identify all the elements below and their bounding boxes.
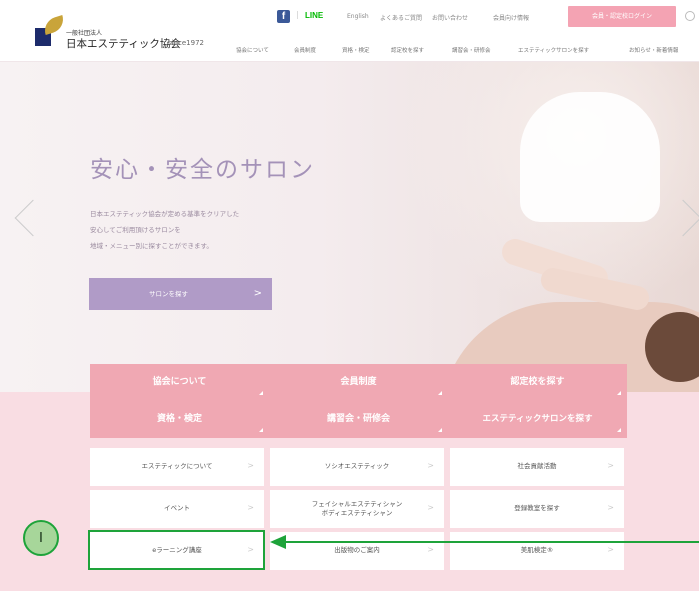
sublink-facial-body-esthetician[interactable]: フェイシャルエステティシャン ボディエステティシャン >	[270, 490, 444, 528]
nav-seminars[interactable]: 講習会・研修会	[452, 46, 491, 54]
chevron-right-icon: >	[427, 545, 434, 554]
sublink-about-esthetic[interactable]: エステティックについて >	[90, 448, 264, 486]
sublink-publications[interactable]: 出版物のご案内 >	[270, 532, 444, 570]
annotation-highlight-box	[88, 530, 265, 570]
chevron-right-icon: >	[253, 288, 262, 299]
hero-description-line: 地域・メニュー別に探すことができます。	[90, 242, 213, 250]
site-header: 一般社団法人 日本エステティック協会 since1972 f | LINE En…	[0, 0, 699, 62]
search-icon[interactable]	[685, 11, 695, 21]
sublink-social-contribution[interactable]: 社会貢献活動 >	[450, 448, 624, 486]
chevron-right-icon: >	[427, 503, 434, 512]
sublink-events[interactable]: イベント >	[90, 490, 264, 528]
find-salon-label: サロンを探す	[149, 290, 188, 298]
category-salons[interactable]: エステティックサロンを探す	[448, 401, 627, 438]
nav-about[interactable]: 協会について	[236, 46, 269, 54]
since-label: since1972	[168, 39, 204, 47]
line-link[interactable]: LINE	[305, 11, 323, 20]
category-about[interactable]: 協会について	[90, 364, 269, 401]
hero-description-line: 安心してご利用頂けるサロンを	[90, 226, 181, 234]
association-logo-icon[interactable]	[35, 14, 67, 46]
member-info-link[interactable]: 会員向け情報	[493, 13, 529, 22]
chevron-right-icon: >	[607, 461, 614, 470]
nav-membership[interactable]: 会員制度	[294, 46, 316, 54]
annotation-arrow-line	[285, 541, 699, 543]
chevron-right-icon: >	[427, 461, 434, 470]
hero-photo-therapist	[520, 92, 660, 222]
hero-description-line: 日本エステティック協会が定める基準をクリアした	[90, 210, 240, 218]
divider: |	[296, 10, 299, 19]
sublink-find-classroom[interactable]: 登録教室を探す >	[450, 490, 624, 528]
category-membership[interactable]: 会員制度	[269, 364, 448, 401]
annotation-step-badge: I	[23, 520, 59, 556]
sublink-socio-esthetic[interactable]: ソシオエステティック >	[270, 448, 444, 486]
nav-salons[interactable]: エステティックサロンを探す	[518, 46, 589, 54]
facebook-icon[interactable]: f	[277, 10, 290, 23]
contact-link[interactable]: お問い合わせ	[432, 13, 468, 22]
chevron-right-icon: >	[247, 503, 254, 512]
nav-news[interactable]: お知らせ・新着情報	[629, 46, 678, 54]
chevron-right-icon: >	[247, 461, 254, 470]
chevron-right-icon: >	[607, 503, 614, 512]
nav-qualification[interactable]: 資格・検定	[342, 46, 370, 54]
category-schools[interactable]: 認定校を探す	[448, 364, 627, 401]
sublink-skin-certification[interactable]: 美肌検定® >	[450, 532, 624, 570]
category-qualification[interactable]: 資格・検定	[90, 401, 269, 438]
annotation-arrow-head-icon	[270, 535, 286, 549]
org-name[interactable]: 日本エステティック協会	[66, 36, 181, 51]
faq-link[interactable]: よくあるご質問	[380, 13, 422, 22]
nav-schools[interactable]: 認定校を探す	[391, 46, 424, 54]
category-grid: 協会について 会員制度 認定校を探す 資格・検定 講習会・研修会 エステティック…	[90, 364, 627, 438]
hero-title: 安心・安全のサロン	[90, 157, 315, 183]
chevron-right-icon: >	[607, 545, 614, 554]
find-salon-button[interactable]: サロンを探す >	[89, 278, 272, 310]
english-link[interactable]: English	[347, 13, 369, 20]
member-login-button[interactable]: 会員・認定校ログイン	[568, 6, 676, 27]
category-seminars[interactable]: 講習会・研修会	[269, 401, 448, 438]
